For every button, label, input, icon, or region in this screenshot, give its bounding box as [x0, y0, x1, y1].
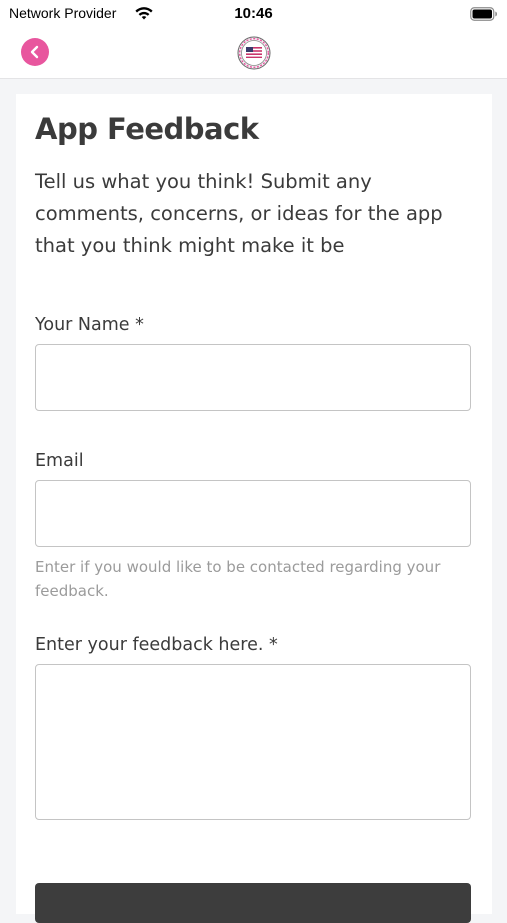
navigation-bar: [0, 28, 507, 79]
email-help-text: Enter if you would like to be contacted …: [35, 558, 441, 600]
intro-text: Tell us what you think! Submit any comme…: [35, 170, 443, 257]
submit-button[interactable]: [35, 883, 471, 923]
name-label: Your Name *: [35, 315, 144, 335]
chevron-left-icon: [30, 45, 39, 59]
status-bar: Network Provider 10:46: [0, 0, 507, 28]
status-time: 10:46: [234, 5, 273, 22]
feedback-form-card: App Feedback Tell us what you think! Sub…: [16, 94, 492, 923]
feedback-textarea[interactable]: [35, 664, 471, 820]
back-button[interactable]: [21, 38, 49, 66]
email-label: Email: [35, 451, 84, 471]
page-title: App Feedback: [35, 112, 259, 146]
battery-icon: [470, 7, 497, 21]
feedback-label: Enter your feedback here. *: [35, 635, 278, 655]
email-input[interactable]: [35, 480, 471, 547]
name-input[interactable]: [35, 344, 471, 411]
flag-seal-logo: [237, 36, 271, 70]
